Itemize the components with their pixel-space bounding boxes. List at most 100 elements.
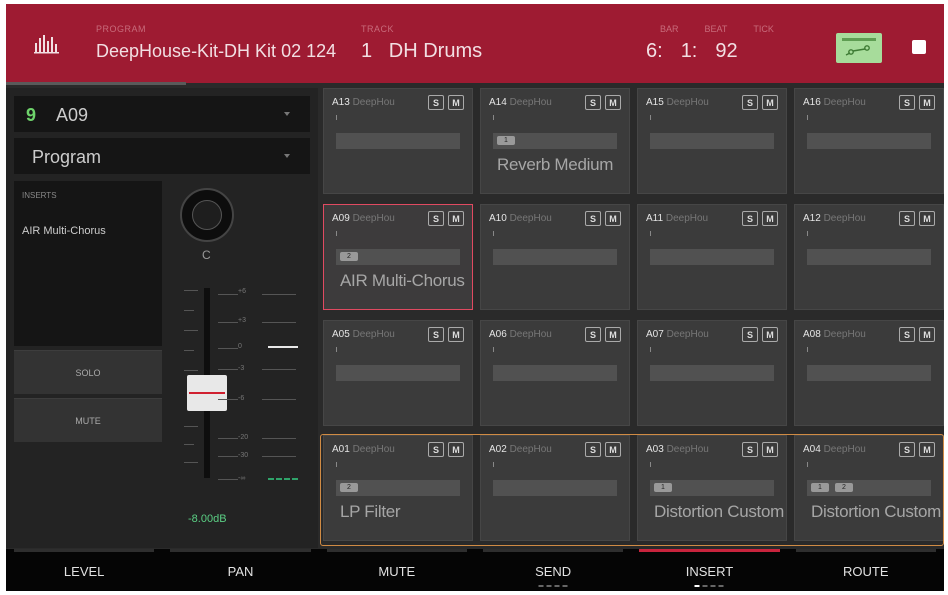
pad-solo-button[interactable]: S [742,327,758,342]
pad-mute-button[interactable]: M [762,327,778,342]
pad-solo-button[interactable]: S [585,442,601,457]
pad-sample-name: DeepHou [352,444,395,455]
solo-button[interactable]: SOLO [14,350,162,394]
pad-a06[interactable]: A06 DeepHou S M [480,320,630,426]
pad-solo-button[interactable]: S [585,211,601,226]
tab-level[interactable]: LEVEL [14,549,155,591]
pad-a11[interactable]: A11 DeepHou S M [637,204,787,310]
pad-a08[interactable]: A08 DeepHou S M [794,320,944,426]
pad-insert-bar[interactable] [807,365,931,381]
pad-a15[interactable]: A15 DeepHou S M [637,88,787,194]
pad-a10[interactable]: A10 DeepHou S M [480,204,630,310]
inserts-caption: INSERTS [22,191,57,200]
pad-solo-button[interactable]: S [899,211,915,226]
pad-solo-button[interactable]: S [899,95,915,110]
pad-insert-bar[interactable] [650,249,774,265]
tab-pan[interactable]: PAN [170,549,311,591]
menu-icon[interactable] [912,40,926,54]
pad-solo-button[interactable]: S [585,95,601,110]
pad-solo-button[interactable]: S [428,442,444,457]
pad-a02[interactable]: A02 DeepHou S M [480,435,630,541]
pad-insert-bar[interactable] [493,365,617,381]
routing-button[interactable] [836,33,882,63]
pad-mute-button[interactable]: M [919,442,935,457]
pad-mute-button[interactable]: M [605,95,621,110]
pad-a03[interactable]: A03 DeepHou S M 1 Distortion Custom [637,435,787,541]
level-fader-handle[interactable] [187,375,227,411]
pad-mute-button[interactable]: M [448,211,464,226]
scale-label: -20 [238,434,249,441]
inserts-box[interactable]: INSERTS AIR Multi-Chorus [14,181,162,346]
pad-mute-button[interactable]: M [919,211,935,226]
pad-solo-button[interactable]: S [428,211,444,226]
pad-insert-bar[interactable]: 1 [650,480,774,496]
pad-title: A12 DeepHou [803,213,866,224]
tab-mute[interactable]: MUTE [326,549,467,591]
pad-insert-bar[interactable]: 12 [807,480,931,496]
pad-a01[interactable]: A01 DeepHou S M 2 LP Filter [323,435,473,541]
mute-button[interactable]: MUTE [14,398,162,442]
pad-mute-button[interactable]: M [605,442,621,457]
pad-marker [493,347,494,352]
pad-a12[interactable]: A12 DeepHou S M [794,204,944,310]
scale-tick [184,426,198,427]
pad-selector[interactable]: 9 A09 [14,96,310,132]
pad-solo-button[interactable]: S [742,95,758,110]
pan-knob[interactable] [180,188,234,242]
pad-insert-bar[interactable]: 2 [336,480,460,496]
pad-mute-button[interactable]: M [762,211,778,226]
tab-send[interactable]: SEND [482,549,624,591]
pad-mute-button[interactable]: M [605,327,621,342]
tick-value: 92 [715,40,738,62]
pad-insert-bar[interactable] [336,133,460,149]
pad-mute-button[interactable]: M [448,327,464,342]
pad-solo-button[interactable]: S [742,442,758,457]
pad-a14[interactable]: A14 DeepHou S M 1 Reverb Medium [480,88,630,194]
pad-insert-bar[interactable] [650,133,774,149]
pad-insert-bar[interactable]: 2 [336,249,460,265]
pad-a04[interactable]: A04 DeepHou S M 1 2 Distortion Custom [794,435,944,541]
pad-insert-bar[interactable] [493,249,617,265]
pad-a05[interactable]: A05 DeepHou S M [323,320,473,426]
tab-route[interactable]: ROUTE [795,549,936,591]
pad-solo-button[interactable]: S [585,327,601,342]
pad-mute-button[interactable]: M [605,211,621,226]
position-readout[interactable]: BAR BEAT TICK 6: 1: 92 [646,24,786,63]
pad-solo-button[interactable]: S [899,327,915,342]
program-field[interactable]: PROGRAM DeepHouse-Kit-DH Kit 02 124 [96,24,336,62]
pad-insert-bar[interactable] [493,480,617,496]
pad-insert-bar[interactable] [650,365,774,381]
program-name: DeepHouse-Kit-DH Kit 02 124 [96,41,337,61]
pad-marker [493,231,494,236]
scale-tick [218,479,238,480]
scale-label: -3 [238,365,245,372]
pad-a09[interactable]: A09 DeepHou S M 2 AIR Multi-Chorus [323,204,473,310]
pad-a07[interactable]: A07 DeepHou S M [637,320,787,426]
pad-a16[interactable]: A16 DeepHou S M [794,88,944,194]
type-selector[interactable]: Program [14,138,310,174]
mpc-logo-icon[interactable] [34,34,60,54]
pad-insert-name: LP Filter [340,502,401,521]
pad-solo-button[interactable]: S [899,442,915,457]
pad-mute-button[interactable]: M [919,327,935,342]
track-name: DH Drums [388,40,483,62]
pad-a13[interactable]: A13 DeepHou S M [323,88,473,194]
tab-insert[interactable]: INSERT [639,549,780,591]
pad-solo-button[interactable]: S [428,327,444,342]
pad-insert-bar[interactable] [807,249,931,265]
pad-insert-bar[interactable] [336,365,460,381]
pad-solo-button[interactable]: S [742,211,758,226]
pad-mute-button[interactable]: M [919,95,935,110]
pad-insert-bar[interactable]: 1 [493,133,617,149]
pad-title: A05 DeepHou [332,329,395,340]
pad-insert-bar[interactable] [807,133,931,149]
pad-mute-button[interactable]: M [448,442,464,457]
track-field[interactable]: TRACK 1 DH Drums [361,24,482,63]
pad-sample-name: DeepHou [666,444,709,455]
pad-mute-button[interactable]: M [762,95,778,110]
pad-mute-button[interactable]: M [762,442,778,457]
pad-title: A14 DeepHou [489,97,552,108]
pad-solo-button[interactable]: S [428,95,444,110]
pad-mute-button[interactable]: M [448,95,464,110]
insert-item[interactable]: AIR Multi-Chorus [22,225,106,237]
